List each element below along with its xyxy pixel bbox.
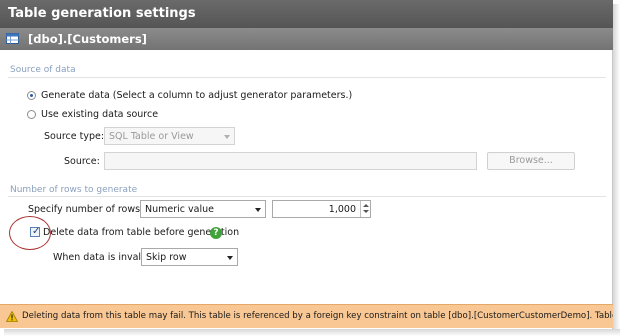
window-shadow	[4, 329, 620, 336]
generate-data-radio[interactable]	[27, 91, 36, 100]
spin-down-icon[interactable]	[363, 210, 369, 213]
table-header: [dbo].[Customers]	[0, 28, 613, 50]
existing-source-label: Use existing data source	[41, 109, 159, 120]
section-label-source: Source of data	[10, 65, 76, 75]
browse-button[interactable]: Browse...	[487, 152, 575, 170]
section-divider	[8, 77, 606, 78]
specify-rows-select[interactable]: Numeric value	[140, 200, 266, 218]
invalid-data-value: Skip row	[146, 252, 187, 263]
source-label: Source:	[64, 156, 100, 167]
row-count-input[interactable]: 1,000	[272, 200, 371, 218]
chevron-down-icon	[224, 135, 230, 139]
specify-rows-label: Specify number of rows by:	[28, 204, 158, 215]
spin-up-icon[interactable]	[363, 204, 369, 207]
window-title: Table generation settings	[0, 0, 613, 28]
window-shadow	[613, 4, 620, 336]
help-icon[interactable]: ?	[210, 227, 222, 239]
table-icon	[6, 33, 19, 44]
chevron-down-icon	[227, 256, 233, 260]
specify-rows-value: Numeric value	[145, 204, 214, 215]
section-divider	[8, 196, 606, 197]
generate-data-label: Generate data (Select a column to adjust…	[41, 90, 353, 101]
invalid-data-label: When data is invalid:	[53, 252, 153, 263]
warning-text: Deleting data from this table may fail. …	[22, 311, 613, 321]
source-type-value: SQL Table or View	[109, 131, 194, 142]
source-type-select[interactable]: SQL Table or View	[104, 127, 235, 145]
source-type-label: Source type:	[44, 131, 105, 142]
source-input[interactable]	[104, 152, 477, 170]
table-name: [dbo].[Customers]	[28, 32, 147, 46]
chevron-down-icon	[255, 208, 261, 212]
section-label-rows: Number of rows to generate	[10, 185, 138, 195]
row-count-value: 1,000	[328, 204, 356, 215]
invalid-data-select[interactable]: Skip row	[141, 248, 238, 266]
existing-source-radio[interactable]	[27, 110, 36, 119]
row-count-spinner[interactable]	[360, 201, 370, 217]
warning-bar: Deleting data from this table may fail. …	[0, 304, 613, 328]
highlight-circle	[9, 216, 51, 250]
warning-icon	[6, 311, 18, 322]
